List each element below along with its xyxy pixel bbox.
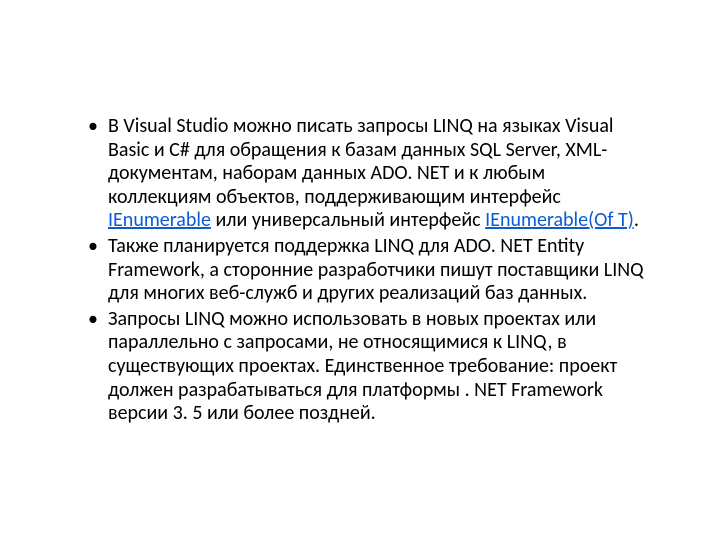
bullet-item-1: В Visual Studio можно писать запросы LIN…	[80, 115, 650, 233]
bullet-2-text: Также планируется поддержка LINQ для ADO…	[108, 234, 644, 305]
bullet-item-3: Запросы LINQ можно использовать в новых …	[80, 308, 650, 426]
link-ienumerable[interactable]: IEnumerable	[108, 208, 211, 232]
bullet-list: В Visual Studio можно писать запросы LIN…	[80, 115, 650, 426]
link-ienumerable-of-t[interactable]: IEnumerable(Of T)	[485, 208, 634, 232]
bullet-1-text-mid: или универсальный интерфейс	[211, 208, 485, 232]
slide-content: В Visual Studio можно писать запросы LIN…	[0, 0, 720, 540]
bullet-1-text-post: .	[634, 208, 639, 232]
bullet-3-text: Запросы LINQ можно использовать в новых …	[108, 307, 617, 425]
bullet-1-text-pre: В Visual Studio можно писать запросы LIN…	[108, 114, 614, 209]
bullet-item-2: Также планируется поддержка LINQ для ADO…	[80, 235, 650, 306]
